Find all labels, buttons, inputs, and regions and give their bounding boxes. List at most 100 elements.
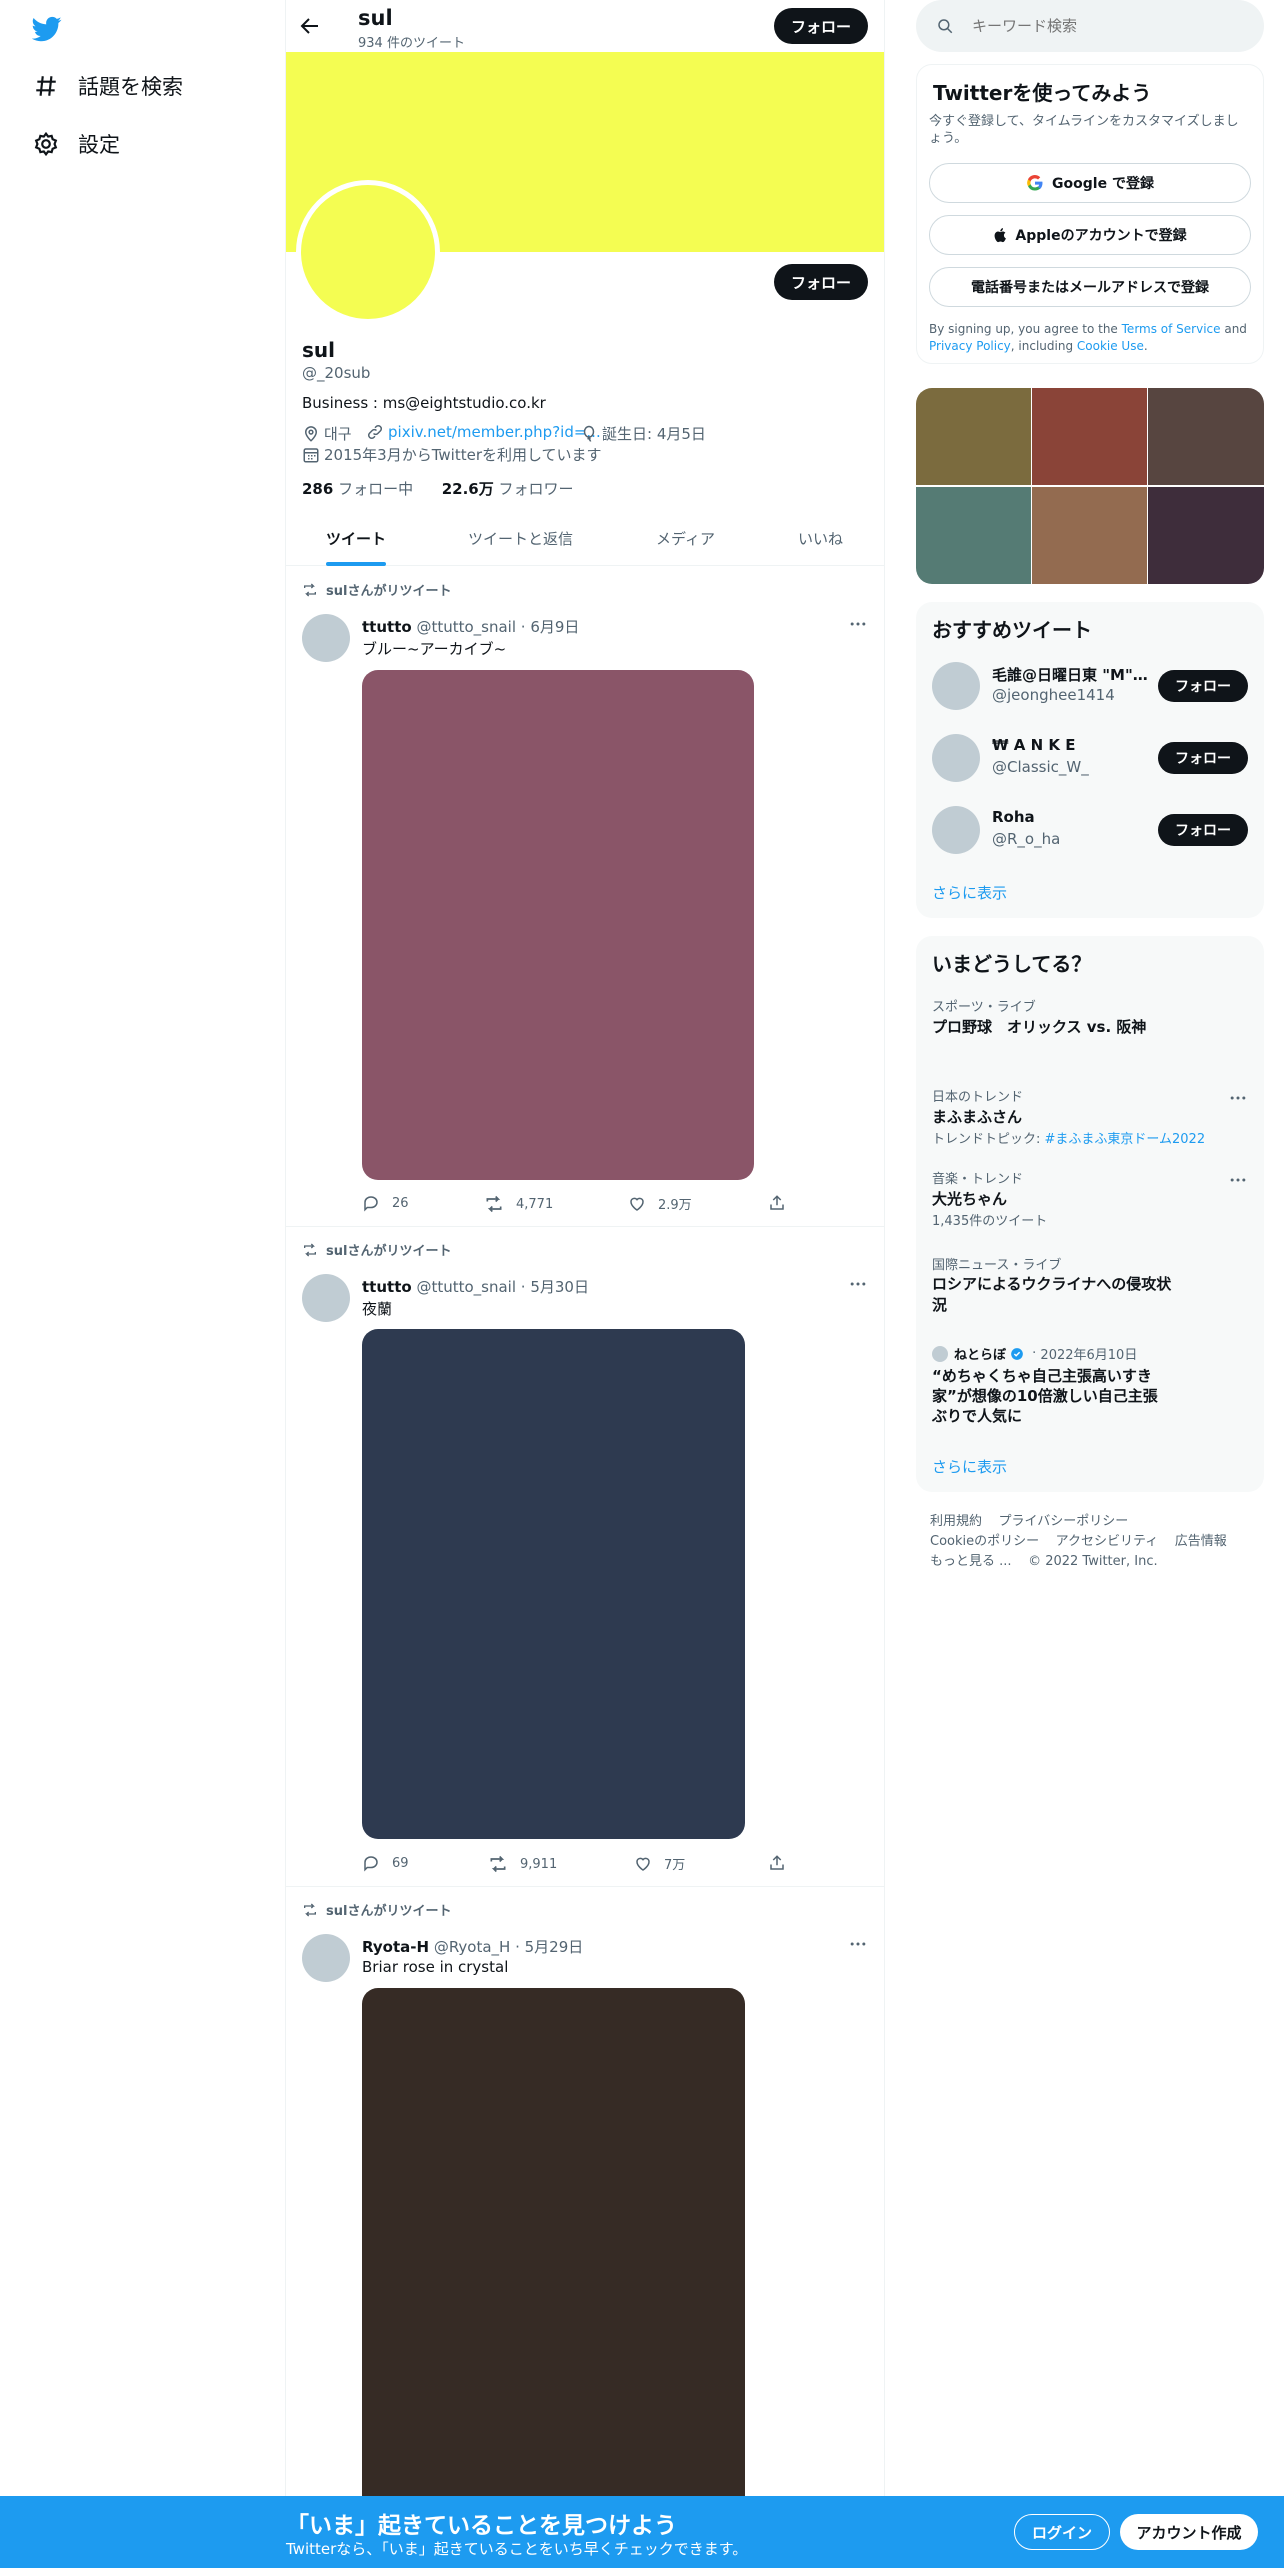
- footer-privacy-link[interactable]: プライバシーポリシー: [999, 1514, 1129, 1529]
- trend-tweet-count: 1,435件のツイート: [932, 1214, 1048, 1229]
- footer-terms-link[interactable]: 利用規約: [930, 1514, 982, 1529]
- suggestion-avatar[interactable]: [932, 734, 980, 782]
- tweet-avatar[interactable]: [302, 1274, 350, 1322]
- suggestion-follow-button[interactable]: フォロー: [1158, 814, 1248, 846]
- trend-name[interactable]: 大光ちゃん: [932, 1188, 1007, 1209]
- tweet-author[interactable]: Ryota-H: [362, 1938, 429, 1956]
- google-signup-button[interactable]: Google で登録: [929, 163, 1251, 203]
- trend-hashtag-link[interactable]: #まふまふ東京ドーム2022: [1045, 1132, 1206, 1147]
- more-options-icon[interactable]: [848, 1274, 868, 1294]
- retweet-button[interactable]: 9,911: [488, 1854, 557, 1874]
- trend-name[interactable]: ロシアによるウクライナへの侵攻状況: [932, 1274, 1172, 1316]
- footer-ads-link[interactable]: 広告情報: [1175, 1534, 1227, 1549]
- like-button[interactable]: 2.9万: [628, 1194, 692, 1213]
- header-follow-button[interactable]: フォロー: [774, 8, 868, 44]
- tweet-date[interactable]: 5月29日: [525, 1938, 584, 1956]
- profile-location: 대구: [302, 423, 352, 444]
- profile-avatar[interactable]: [296, 180, 440, 324]
- reply-button[interactable]: 69: [362, 1854, 409, 1872]
- suggestion-handle: @Classic_W_: [992, 758, 1089, 776]
- back-arrow-icon[interactable]: [298, 14, 324, 40]
- tweet-handle[interactable]: @Ryota_H: [434, 1938, 511, 1956]
- news-headline[interactable]: “めちゃくちゃ自己主張高いすき家”が想像の10倍激しい自己主張ぶりで人気に: [932, 1366, 1168, 1426]
- like-button[interactable]: 7万: [634, 1854, 685, 1873]
- phone-email-signup-button[interactable]: 電話番号またはメールアドレスで登録: [929, 267, 1251, 307]
- signup-title: Twitterを使ってみよう: [933, 81, 1152, 105]
- followers-link[interactable]: 22.6万 フォロワー: [442, 480, 574, 498]
- tweet-handle[interactable]: @ttutto_snail: [416, 618, 516, 636]
- more-options-icon[interactable]: [848, 1934, 868, 1954]
- media-thumbnail[interactable]: [1032, 388, 1147, 485]
- media-thumbnail[interactable]: [1148, 388, 1264, 485]
- suggestion-name[interactable]: 毛誰@日曜日東 "M"-...: [992, 664, 1152, 685]
- trend-category: スポーツ・ライブ: [932, 1000, 1036, 1015]
- tweet-media[interactable]: [362, 670, 754, 1180]
- tweet-media[interactable]: [362, 1329, 745, 1839]
- news-source-line: ねとらぼ · 2022年6月10日: [932, 1344, 1137, 1363]
- tab-likes[interactable]: いいね: [798, 528, 843, 549]
- tweet-date[interactable]: 5月30日: [530, 1278, 589, 1296]
- following-link[interactable]: 286 フォロー中: [302, 480, 413, 498]
- trend-category: 音楽・トレンド: [932, 1172, 1024, 1187]
- search-box[interactable]: [916, 0, 1264, 52]
- footer-accessibility-link[interactable]: アクセシビリティ: [1056, 1534, 1159, 1549]
- reply-icon: [364, 1856, 378, 1872]
- signup-subtitle: 今すぐ登録して、タイムラインをカスタマイズしましょう。: [929, 114, 1239, 146]
- trend-topic: トレンドトピック: #まふまふ東京ドーム2022: [932, 1132, 1206, 1147]
- profile-follow-button[interactable]: フォロー: [774, 264, 868, 300]
- tweet-media[interactable]: [362, 1988, 745, 2496]
- trends-show-more[interactable]: さらに表示: [932, 1456, 1007, 1477]
- suggestion-avatar[interactable]: [932, 662, 980, 710]
- footer-links: もっと見る ... © 2022 Twitter, Inc.: [930, 1550, 1158, 1569]
- tab-tweets[interactable]: ツイート: [326, 528, 386, 549]
- trend-name[interactable]: まふまふさん: [932, 1106, 1022, 1127]
- suggestion-follow-button[interactable]: フォロー: [1158, 670, 1248, 702]
- reply-icon: [364, 1196, 378, 1212]
- media-thumbnail[interactable]: [916, 487, 1031, 584]
- media-thumbnail[interactable]: [1148, 487, 1264, 584]
- nav-explore[interactable]: 話題を検索: [32, 66, 183, 106]
- retweet-button[interactable]: 4,771: [484, 1194, 553, 1214]
- tab-tweets-replies[interactable]: ツイートと返信: [468, 528, 573, 549]
- privacy-link[interactable]: Privacy Policy: [929, 339, 1011, 353]
- suggestion-name[interactable]: ₩ A N K E: [992, 736, 1152, 754]
- cookie-link[interactable]: Cookie Use: [1077, 339, 1144, 353]
- media-thumbnail[interactable]: [1032, 487, 1147, 584]
- footer-more-link[interactable]: もっと見る ...: [930, 1554, 1012, 1569]
- tab-media[interactable]: メディア: [656, 528, 715, 549]
- tweet-handle[interactable]: @ttutto_snail: [416, 1278, 516, 1296]
- more-options-icon[interactable]: [1228, 1088, 1248, 1108]
- tweet-avatar[interactable]: [302, 614, 350, 662]
- terms-link[interactable]: Terms of Service: [1122, 322, 1221, 336]
- apple-signup-button[interactable]: Appleのアカウントで登録: [929, 215, 1251, 255]
- suggestion-avatar[interactable]: [932, 806, 980, 854]
- tweet-header: ttutto @ttutto_snail · 5月30日: [362, 1278, 589, 1296]
- suggestion-name[interactable]: Roha: [992, 808, 1152, 826]
- tweet-avatar[interactable]: [302, 1934, 350, 1982]
- share-button[interactable]: [768, 1854, 798, 1872]
- profile-link[interactable]: pixiv.net/member.php?id=...: [366, 423, 601, 441]
- tweet-date[interactable]: 6月9日: [530, 618, 579, 636]
- tweet-author[interactable]: ttutto: [362, 1278, 412, 1296]
- nav-settings[interactable]: 設定: [32, 124, 120, 164]
- more-options-icon[interactable]: [1228, 1170, 1248, 1190]
- suggestion-follow-button[interactable]: フォロー: [1158, 742, 1248, 774]
- suggestions-show-more[interactable]: さらに表示: [932, 882, 1007, 903]
- search-input[interactable]: [972, 17, 1232, 35]
- suggestions-card: おすすめツイート 毛誰@日曜日東 "M"-... @jeonghee1414 フ…: [916, 602, 1264, 918]
- retweet-small-icon: [304, 583, 316, 596]
- signup-card: Twitterを使ってみよう 今すぐ登録して、タイムラインをカスタマイズしましょ…: [916, 64, 1264, 364]
- media-thumbnail[interactable]: [916, 388, 1031, 485]
- tweet-author[interactable]: ttutto: [362, 618, 412, 636]
- login-button[interactable]: ログイン: [1014, 2514, 1110, 2550]
- twitter-logo-icon[interactable]: [31, 14, 62, 44]
- share-button[interactable]: [768, 1194, 798, 1212]
- balloon-icon: [580, 425, 598, 443]
- more-options-icon[interactable]: [848, 614, 868, 634]
- header-name: sul: [358, 6, 393, 30]
- reply-button[interactable]: 26: [362, 1194, 409, 1212]
- create-account-button[interactable]: アカウント作成: [1120, 2514, 1258, 2550]
- footer-cookie-link[interactable]: Cookieのポリシー: [930, 1534, 1039, 1549]
- trend-name[interactable]: プロ野球 オリックス vs. 阪神: [932, 1016, 1146, 1037]
- link-icon: [366, 423, 384, 441]
